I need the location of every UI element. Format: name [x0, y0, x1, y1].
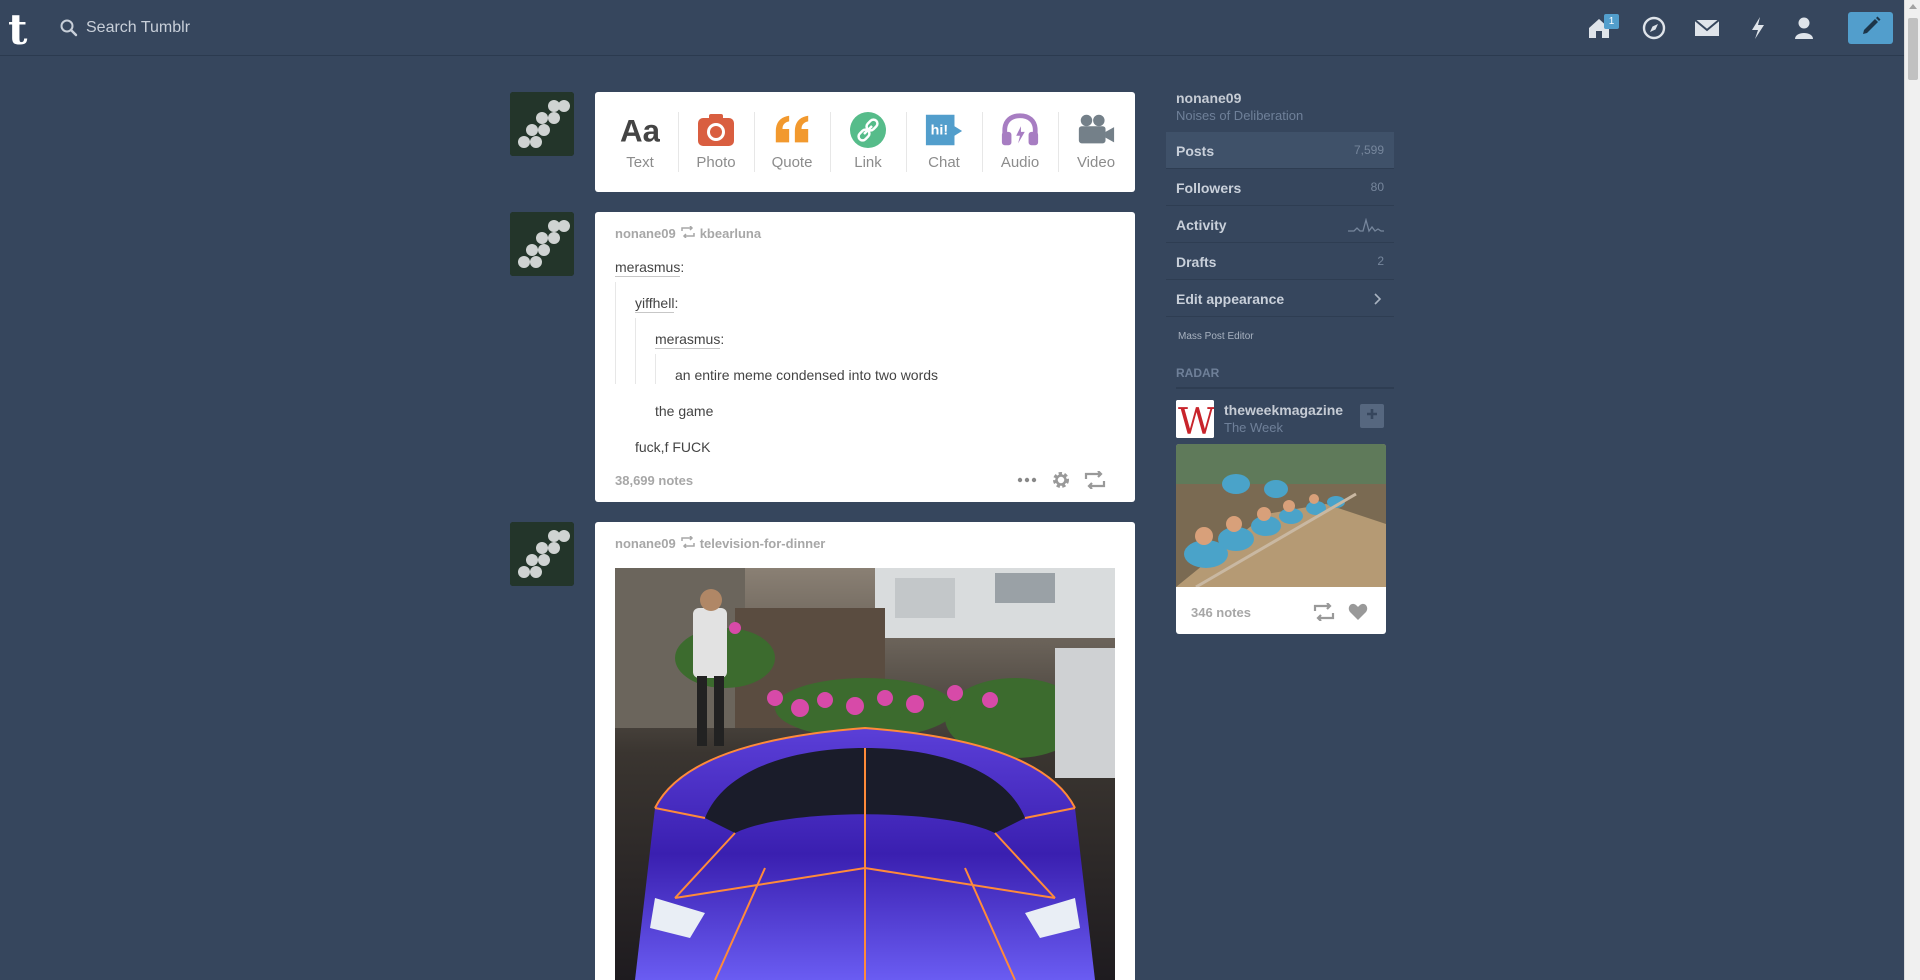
post-notes-count[interactable]: 38,699 notes — [615, 473, 693, 488]
radar-post-card[interactable]: 346 notes — [1176, 444, 1386, 634]
new-video-post-button[interactable]: Video — [1058, 92, 1134, 192]
post-type-label: Chat — [928, 154, 960, 171]
radar-blog-avatar[interactable]: W — [1176, 400, 1214, 438]
new-text-post-button[interactable]: Aa Text — [602, 92, 678, 192]
radar-heading: RADAR — [1176, 366, 1394, 389]
new-photo-post-button[interactable]: Photo — [678, 92, 754, 192]
post-type-label: Video — [1076, 154, 1116, 171]
chevron-right-icon — [1374, 292, 1382, 310]
sidebar-item-count: 80 — [1370, 180, 1384, 194]
post-author-avatar[interactable] — [510, 212, 574, 276]
post-type-label: Text — [626, 154, 654, 171]
dashboard-post: nonane09 kbearluna merasmus: yiffhell: m… — [595, 212, 1135, 502]
reblog-small-icon — [680, 535, 695, 551]
sidebar-item-label: Drafts — [1176, 254, 1217, 270]
page-scrollbar[interactable] — [1904, 0, 1920, 980]
new-chat-post-button[interactable]: hi! Chat — [906, 92, 982, 192]
more-options-icon[interactable] — [1015, 468, 1039, 492]
quote-username[interactable]: yiffhell — [635, 295, 675, 313]
post-author-link[interactable]: nonane09 — [615, 226, 676, 241]
follow-button[interactable] — [1360, 404, 1384, 428]
new-quote-post-button[interactable]: Quote — [754, 92, 830, 192]
radar-blog-title: The Week — [1224, 420, 1284, 435]
heart-icon[interactable] — [1346, 600, 1370, 624]
search-box[interactable] — [58, 16, 318, 40]
post-type-label: Link — [854, 154, 882, 171]
svg-text:Aa: Aa — [620, 113, 660, 148]
post-type-label: Photo — [696, 154, 736, 171]
camera-icon — [696, 110, 736, 150]
reblog-icon[interactable] — [1083, 468, 1107, 492]
sidebar-item-posts[interactable]: Posts 7,599 — [1166, 132, 1394, 169]
post-type-label: Quote — [771, 154, 813, 171]
post-header: nonane09 kbearluna — [615, 225, 761, 241]
dashboard-post: nonane09 television-for-dinner — [595, 522, 1135, 980]
user-icon[interactable] — [1788, 12, 1820, 44]
sidebar-item-label: Followers — [1176, 180, 1242, 196]
purple-lamborghini-photo[interactable] — [615, 568, 1115, 980]
svg-text:hi!: hi! — [931, 123, 948, 139]
sidebar-item-followers[interactable]: Followers 80 — [1166, 169, 1394, 206]
sidebar-item-drafts[interactable]: Drafts 2 — [1166, 243, 1394, 280]
chat-icon: hi! — [924, 110, 964, 150]
reblog-small-icon — [680, 225, 695, 241]
lightning-icon[interactable] — [1742, 12, 1774, 44]
mass-post-editor-link[interactable]: Mass Post Editor — [1178, 331, 1254, 342]
search-icon — [60, 19, 78, 42]
post-header: nonane09 television-for-dinner — [615, 535, 826, 551]
headphones-icon — [1000, 110, 1040, 150]
link-icon — [848, 110, 888, 150]
sidebar-item-count: 7,599 — [1353, 143, 1384, 157]
sidebar-item-label: Activity — [1176, 217, 1227, 233]
compose-button[interactable] — [1848, 12, 1893, 44]
text-icon: Aa — [620, 110, 660, 150]
sidebar-item-edit-appearance[interactable]: Edit appearance — [1166, 280, 1394, 317]
user-avatar[interactable] — [510, 92, 574, 156]
radar-post-photo[interactable] — [1176, 444, 1386, 589]
svg-text:W: W — [1178, 402, 1214, 438]
quote-username[interactable]: merasmus — [615, 259, 681, 277]
svg-text:t: t — [8, 6, 28, 50]
compass-icon[interactable] — [1638, 12, 1670, 44]
quote-icon — [772, 110, 812, 150]
sidebar-item-label: Posts — [1176, 143, 1215, 159]
new-link-post-button[interactable]: Link — [830, 92, 906, 192]
reblogged-from-link[interactable]: kbearluna — [700, 226, 761, 241]
top-navigation-bar: t 1 — [0, 0, 1904, 56]
pencil-icon — [1860, 15, 1882, 42]
scroll-thumb[interactable] — [1908, 18, 1918, 80]
reblog-icon[interactable] — [1312, 600, 1336, 624]
scroll-up-arrow[interactable] — [1909, 4, 1917, 9]
radar-blog-name[interactable]: theweekmagazine — [1224, 402, 1343, 418]
sidebar-item-label: Edit appearance — [1176, 291, 1285, 307]
envelope-icon[interactable] — [1691, 12, 1723, 44]
reply-text: fuck,f FUCK — [635, 439, 711, 455]
new-audio-post-button[interactable]: Audio — [982, 92, 1058, 192]
reblogged-from-link[interactable]: television-for-dinner — [700, 536, 826, 551]
post-type-selector: Aa Text Photo Quote Link hi! Chat Audio — [595, 92, 1135, 192]
gear-icon[interactable] — [1049, 468, 1073, 492]
plus-icon — [1366, 407, 1378, 425]
quote-username[interactable]: merasmus — [655, 331, 721, 349]
search-input[interactable] — [86, 16, 306, 40]
sidebar-blog-title: Noises of Deliberation — [1176, 108, 1304, 123]
post-author-link[interactable]: nonane09 — [615, 536, 676, 551]
reply-text: the game — [655, 403, 714, 419]
activity-sparkline-icon — [1348, 217, 1384, 239]
tumblr-logo-icon[interactable]: t — [6, 5, 40, 54]
post-author-avatar[interactable] — [510, 522, 574, 586]
home-notification-badge: 1 — [1604, 14, 1619, 29]
video-camera-icon — [1076, 110, 1116, 150]
sidebar-blog-name[interactable]: nonane09 — [1176, 90, 1241, 106]
post-type-label: Audio — [1000, 154, 1040, 171]
sidebar-item-count: 2 — [1377, 254, 1384, 268]
quote-text: an entire meme condensed into two words — [675, 367, 939, 383]
sidebar-item-activity[interactable]: Activity — [1166, 206, 1394, 243]
radar-notes-count[interactable]: 346 notes — [1191, 605, 1251, 620]
